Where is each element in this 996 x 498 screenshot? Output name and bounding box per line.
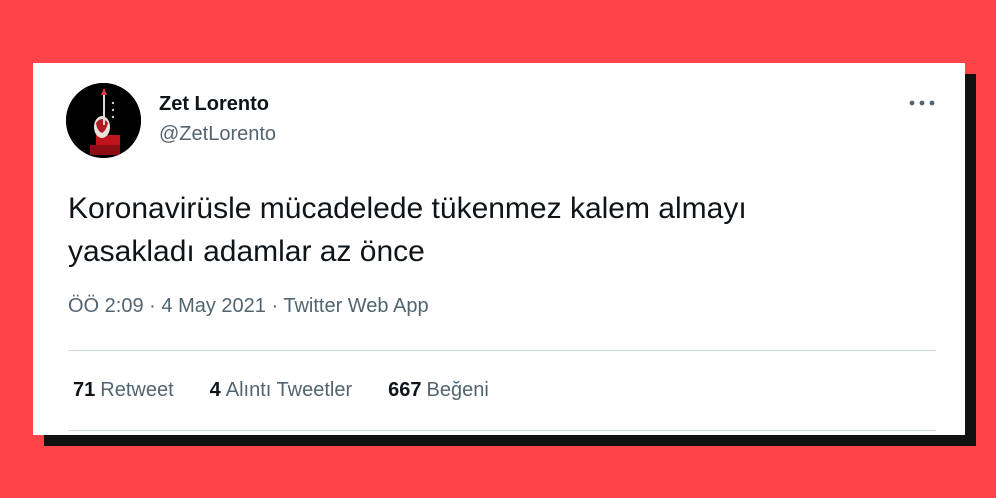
- avatar-image: [66, 83, 141, 158]
- more-horizontal-icon: [909, 100, 935, 106]
- likes-count: 667: [388, 379, 422, 401]
- tweet-source[interactable]: Twitter Web App: [283, 295, 428, 317]
- retweets-stat[interactable]: 71 Retweet: [73, 379, 174, 402]
- more-options-button[interactable]: [905, 89, 939, 117]
- tweet-date[interactable]: 4 May 2021: [161, 295, 266, 317]
- likes-stat[interactable]: 667 Beğeni: [388, 379, 489, 402]
- meta-separator: ·: [271, 295, 284, 317]
- quote-tweets-count: 4: [209, 379, 221, 401]
- tweet-text: Koronavirüsle mücadelede tükenmez kalem …: [68, 187, 898, 273]
- retweets-count: 71: [73, 379, 96, 401]
- quote-tweets-stat[interactable]: 4 Alıntı Tweetler: [210, 379, 352, 402]
- author-name[interactable]: Zet Lorento: [159, 93, 269, 116]
- tweet-time[interactable]: ÖÖ 2:09: [68, 295, 144, 317]
- divider: [68, 350, 936, 351]
- quote-tweets-label: Alıntı Tweetler: [225, 379, 353, 401]
- tweet-card: Zet Lorento @ZetLorento Koronavirüsle mü…: [33, 63, 965, 435]
- avatar[interactable]: [66, 83, 141, 158]
- likes-label: Beğeni: [426, 379, 489, 401]
- tweet-text-line-1: Koronavirüsle mücadelede tükenmez kalem …: [68, 192, 747, 225]
- tweet-text-line-2: yasakladı adamlar az önce: [68, 235, 425, 268]
- tweet-stats: 71 Retweet 4 Alıntı Tweetler 667 Beğeni: [73, 379, 525, 402]
- retweets-label: Retweet: [100, 379, 174, 401]
- author-handle[interactable]: @ZetLorento: [159, 123, 276, 146]
- tweet-meta: ÖÖ 2:09 · 4 May 2021 · Twitter Web App: [68, 295, 429, 318]
- divider: [68, 430, 936, 431]
- meta-separator: ·: [149, 295, 162, 317]
